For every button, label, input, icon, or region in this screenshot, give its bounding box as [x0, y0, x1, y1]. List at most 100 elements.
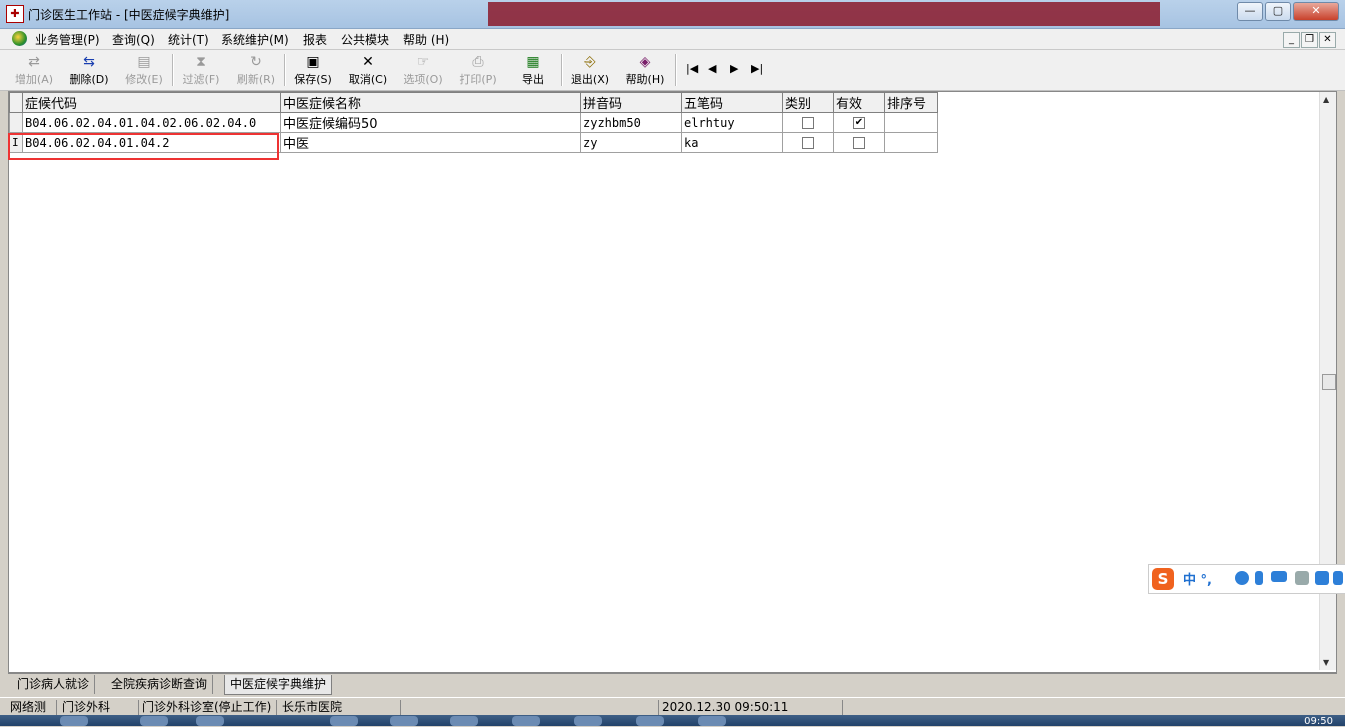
taskbar-app-icon[interactable] — [140, 716, 168, 726]
menu-public[interactable]: 公共模块 — [341, 31, 389, 48]
highlight-box — [8, 133, 279, 160]
cell-code[interactable]: B04.06.02.04.01.04.02.06.02.04.0 — [22, 112, 281, 133]
os-taskbar: 09:50 — [0, 715, 1345, 727]
last-record-icon[interactable]: ▶| — [751, 62, 763, 75]
ime-toolbar[interactable]: S 中 °, — [1148, 564, 1345, 594]
cell-wubi[interactable]: ka — [681, 132, 783, 153]
taskbar-app-icon[interactable] — [390, 716, 418, 726]
keyboard-icon[interactable] — [1271, 571, 1287, 582]
microphone-icon[interactable] — [1255, 571, 1263, 585]
cell-pinyin[interactable]: zy — [580, 132, 682, 153]
add-button[interactable]: ⇄ 增加(A) — [8, 52, 60, 88]
menu-help[interactable]: 帮助 (H) — [403, 31, 449, 48]
delete-button[interactable]: ⇆ 删除(D) — [63, 52, 115, 88]
emoji-icon[interactable] — [1235, 571, 1249, 585]
valid-checkbox[interactable] — [853, 136, 865, 149]
edit-button[interactable]: ▤ 修改(E) — [118, 52, 170, 88]
menu-system[interactable]: 系统维护(M) — [221, 31, 289, 48]
cell-name[interactable]: 中医症候编码50 — [280, 112, 581, 133]
door-exit-icon: ⎆ — [584, 54, 596, 70]
maximize-button[interactable]: ▢ — [1265, 2, 1291, 21]
status-datetime: 2020.12.30 09:50:11 — [660, 700, 843, 715]
menu-business[interactable]: 业务管理(P) — [35, 31, 100, 48]
taskbar-app-icon[interactable] — [636, 716, 664, 726]
taskbar-app-icon[interactable] — [196, 716, 224, 726]
toolbar: ⇄ 增加(A) ⇆ 删除(D) ▤ 修改(E) ⧗ 过滤(F) ↻ 刷新(R) ▣ 保存(S… — [0, 50, 1345, 91]
export-button[interactable]: ▦ 导出 — [507, 52, 559, 88]
next-record-icon[interactable]: ▶ — [730, 62, 738, 75]
status-department: 门诊外科 — [60, 700, 139, 715]
cell-valid[interactable]: ✔ — [833, 112, 885, 133]
menu-statistics[interactable]: 统计(T) — [168, 31, 209, 48]
table-row[interactable]: B04.06.02.04.01.04.02.06.02.04.0 中医症候编码5… — [9, 112, 938, 133]
close-button[interactable]: ✕ — [1293, 2, 1339, 21]
taskbar-app-icon[interactable] — [698, 716, 726, 726]
options-button[interactable]: ☞ 选项(O) — [397, 52, 449, 88]
refresh-icon: ↻ — [250, 54, 262, 70]
user-icon[interactable] — [1295, 571, 1309, 585]
valid-checkbox[interactable]: ✔ — [853, 116, 865, 129]
sogou-ime-icon[interactable]: S — [1152, 568, 1174, 590]
category-checkbox[interactable] — [802, 136, 814, 149]
mdi-minimize-button[interactable]: _ — [1283, 32, 1300, 48]
cell-wubi[interactable]: elrhtuy — [681, 112, 783, 133]
scroll-thumb[interactable] — [1322, 374, 1336, 390]
column-header-valid[interactable]: 有效 — [833, 92, 885, 113]
column-header-category[interactable]: 类别 — [782, 92, 834, 113]
grid-menu-icon[interactable] — [1333, 571, 1343, 585]
toolbar-separator — [561, 54, 563, 86]
menu-query[interactable]: 查询(Q) — [112, 31, 155, 48]
taskbar-app-icon[interactable] — [60, 716, 88, 726]
tab-tcm-dictionary[interactable]: 中医症候字典维护 — [224, 675, 333, 695]
cell-order[interactable] — [884, 132, 938, 153]
column-header-pinyin[interactable]: 拼音码 — [580, 92, 682, 113]
column-header-name[interactable]: 中医症候名称 — [280, 92, 581, 113]
taskbar-app-icon[interactable] — [512, 716, 540, 726]
menu-report[interactable]: 报表 — [303, 31, 327, 48]
previous-record-icon[interactable]: ◀ — [708, 62, 716, 75]
background-window-strip — [488, 2, 1160, 26]
column-header-wubi[interactable]: 五笔码 — [681, 92, 783, 113]
column-header-order[interactable]: 排序号 — [884, 92, 938, 113]
skin-icon[interactable] — [1315, 571, 1329, 585]
help-button[interactable]: ◈ 帮助(H) — [619, 52, 671, 88]
column-header-code[interactable]: 症候代码 — [22, 92, 281, 113]
save-button[interactable]: ▣ 保存(S) — [287, 52, 339, 88]
tab-outpatient-visit[interactable]: 门诊病人就诊 — [12, 675, 96, 694]
taskbar-app-icon[interactable] — [574, 716, 602, 726]
minimize-button[interactable]: — — [1237, 2, 1263, 21]
cell-pinyin[interactable]: zyzhbm50 — [580, 112, 682, 133]
taskbar-app-icon[interactable] — [450, 716, 478, 726]
cell-order[interactable] — [884, 112, 938, 133]
toolbar-separator — [172, 54, 174, 86]
category-checkbox[interactable] — [802, 116, 814, 129]
tab-diagnosis-query[interactable]: 全院疾病诊断查询 — [106, 675, 214, 694]
filter-button[interactable]: ⧗ 过滤(F) — [175, 52, 227, 88]
status-room: 门诊外科诊室(停止工作) — [140, 700, 277, 715]
taskbar-app-icon[interactable] — [330, 716, 358, 726]
printer-icon: ⎙ — [472, 54, 484, 70]
exit-button[interactable]: ⎆ 退出(X) — [564, 52, 616, 88]
first-record-icon[interactable]: |◀ — [686, 62, 698, 75]
mdi-close-button[interactable]: ✕ — [1319, 32, 1336, 48]
print-button[interactable]: ⎙ 打印(P) — [452, 52, 504, 88]
scroll-down-icon[interactable]: ▼ — [1323, 658, 1329, 667]
cell-category[interactable] — [782, 112, 834, 133]
row-indicator[interactable] — [9, 112, 23, 133]
cell-category[interactable] — [782, 132, 834, 153]
window-title: 门诊医生工作站 - [中医症候字典维护] — [28, 8, 230, 22]
cancel-button[interactable]: ✕ 取消(C) — [342, 52, 394, 88]
cell-valid[interactable] — [833, 132, 885, 153]
ime-mode-label[interactable]: 中 °, — [1183, 569, 1212, 588]
mdi-restore-button[interactable]: ❐ — [1301, 32, 1318, 48]
status-empty — [404, 700, 659, 715]
symptom-dictionary-grid: 症候代码 中医症候名称 拼音码 五笔码 类别 有效 排序号 B04.06.02.… — [8, 91, 1337, 673]
status-bar: 网络测 门诊外科 门诊外科诊室(停止工作) 长乐市医院 2020.12.30 0… — [0, 697, 1345, 716]
options-icon: ☞ — [416, 54, 430, 70]
cell-name[interactable]: 中医 — [280, 132, 581, 153]
title-bar: ✚ 门诊医生工作站 - [中医症候字典维护] — ▢ ✕ — [0, 0, 1345, 29]
refresh-button[interactable]: ↻ 刷新(R) — [230, 52, 282, 88]
status-network: 网络测 — [8, 700, 57, 715]
add-icon: ⇄ — [28, 54, 40, 70]
scroll-up-icon[interactable]: ▲ — [1323, 95, 1329, 104]
